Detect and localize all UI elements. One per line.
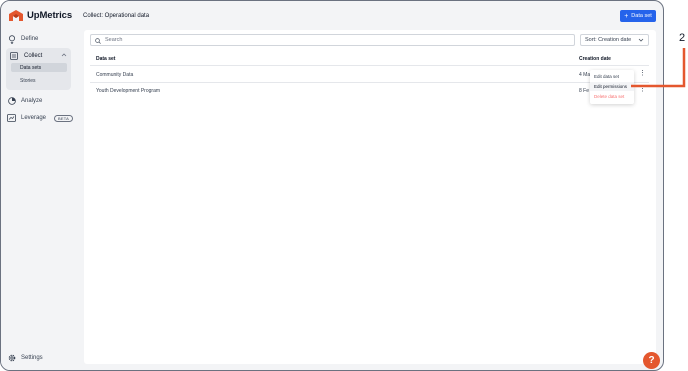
- sidebar-item-label: Collect: [24, 53, 43, 59]
- plus-icon: +: [624, 12, 629, 20]
- sidebar-item-leverage[interactable]: Leverage BETA: [7, 111, 73, 125]
- sort-select[interactable]: Sort: Creation date: [580, 34, 649, 46]
- menu-item-delete-data-set[interactable]: Delete data set: [590, 92, 634, 101]
- sort-label: Sort: Creation date: [585, 37, 632, 43]
- row-date: 8 Fe: [579, 88, 590, 94]
- row-menu-icon[interactable]: ⋮: [639, 86, 646, 93]
- sidebar-item-label: Analyze: [21, 98, 43, 104]
- page-title: Collect: Operational data: [83, 13, 150, 19]
- row-name[interactable]: Youth Development Program: [96, 88, 160, 94]
- brand-name: UpMetrics: [27, 10, 73, 21]
- row-date: 4 Ma: [579, 72, 591, 78]
- gear-icon: [7, 354, 16, 363]
- lightbulb-icon: [7, 34, 16, 44]
- row-context-menu: Edit data set Edit permissions Delete da…: [590, 70, 634, 104]
- sidebar: UpMetrics Define Collect Data sets Stori…: [1, 1, 76, 370]
- menu-item-edit-permissions[interactable]: Edit permissions: [590, 82, 634, 91]
- row-menu-icon[interactable]: ⋮: [639, 70, 646, 77]
- app-window: UpMetrics Define Collect Data sets Stori…: [0, 0, 664, 371]
- sidebar-subitem-stories[interactable]: Stories: [11, 76, 67, 85]
- add-data-set-label: Data set: [631, 13, 652, 19]
- upmetrics-logo-icon: [9, 10, 23, 21]
- sidebar-item-define[interactable]: Define: [7, 32, 38, 46]
- divider: [90, 82, 649, 83]
- column-header-creation-date: Creation date: [579, 56, 611, 62]
- leverage-icon: [7, 114, 16, 123]
- search-input[interactable]: [105, 37, 505, 43]
- sidebar-item-settings[interactable]: Settings: [7, 351, 43, 365]
- collect-icon: [10, 52, 19, 61]
- chevron-up-icon[interactable]: [61, 52, 67, 60]
- sidebar-item-analyze[interactable]: Analyze: [7, 94, 42, 108]
- logo[interactable]: UpMetrics: [9, 10, 72, 21]
- divider: [90, 65, 649, 66]
- analyze-icon: [7, 97, 16, 106]
- main-panel: Sort: Creation date Data set Creation da…: [84, 30, 656, 364]
- sidebar-subitem-data-sets[interactable]: Data sets: [11, 63, 67, 72]
- beta-badge: BETA: [54, 114, 73, 122]
- sidebar-item-collect[interactable]: Collect: [10, 50, 70, 62]
- sidebar-item-label: Settings: [21, 355, 43, 361]
- row-name[interactable]: Community Data: [96, 72, 133, 78]
- chevron-down-icon: [638, 37, 644, 45]
- sidebar-item-label: Define: [21, 36, 39, 42]
- annotation-number: 2: [679, 32, 686, 44]
- sidebar-item-label: Leverage: [21, 115, 47, 121]
- menu-item-edit-data-set[interactable]: Edit data set: [590, 72, 634, 81]
- search-field[interactable]: [90, 34, 575, 46]
- search-icon: [95, 31, 101, 49]
- question-icon[interactable]: ?: [643, 352, 660, 369]
- column-header-data-set: Data set: [96, 56, 116, 62]
- add-data-set-button[interactable]: + Data set: [620, 10, 656, 22]
- sidebar-group-collect: Collect Data sets Stories: [6, 48, 71, 90]
